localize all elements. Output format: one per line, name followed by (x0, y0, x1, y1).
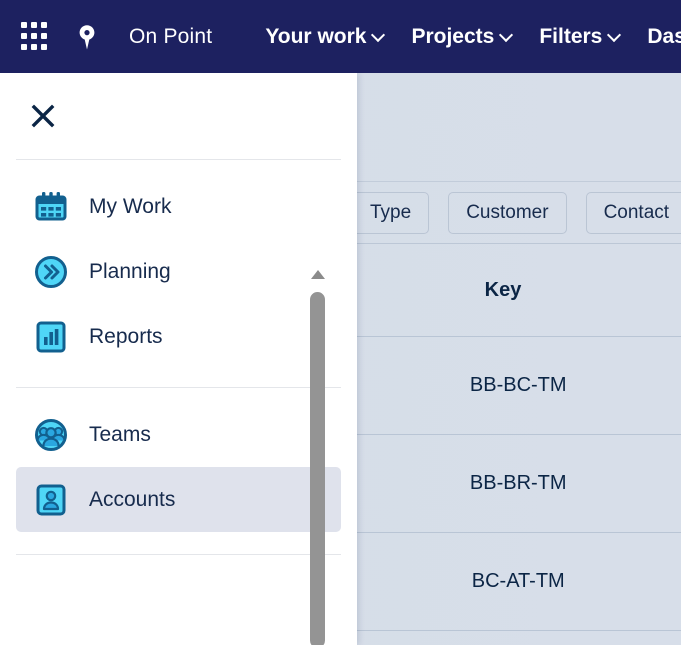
drawer-scroll-area: My Work Planning (0, 160, 357, 645)
top-navigation-bar: On Point Your work Projects Filters Dash (0, 0, 681, 73)
nav-item-projects[interactable]: Projects (411, 25, 513, 49)
double-chevron-circle-icon (32, 253, 70, 291)
nav-item-dashboards[interactable]: Dash (647, 25, 681, 49)
calendar-icon (32, 188, 70, 226)
nav-item-your-work[interactable]: Your work (265, 25, 385, 49)
nav-item-filters[interactable]: Filters (539, 25, 621, 49)
sidebar-item-label: Accounts (89, 488, 175, 512)
sidebar-item-my-work[interactable]: My Work (16, 174, 341, 239)
close-icon[interactable] (28, 101, 58, 131)
drawer-scrollbar[interactable] (309, 270, 327, 645)
person-square-icon (32, 481, 70, 519)
people-group-icon (32, 416, 70, 454)
nav-item-label: Projects (411, 25, 494, 49)
chevron-down-icon (373, 29, 385, 41)
scrollbar-thumb[interactable] (310, 292, 325, 645)
bar-chart-icon (32, 318, 70, 356)
sidebar-item-label: Planning (89, 260, 171, 284)
nav-item-label: Your work (265, 25, 366, 49)
filter-chip-row: Type Customer Contact (352, 192, 681, 234)
sidebar-item-planning[interactable]: Planning (16, 239, 341, 304)
nav-item-label: Filters (539, 25, 602, 49)
grid-apps-icon[interactable] (21, 22, 47, 52)
filter-chip-customer[interactable]: Customer (448, 192, 566, 234)
brand-title[interactable]: On Point (129, 25, 212, 49)
sidebar-item-label: Reports (89, 325, 163, 349)
drawer-group-secondary: Teams Accounts (0, 402, 357, 532)
sidebar-item-teams[interactable]: Teams (16, 402, 341, 467)
sidebar-item-reports[interactable]: Reports (16, 304, 341, 369)
drawer-group-primary: My Work Planning (0, 160, 357, 369)
location-pin-icon[interactable] (75, 22, 99, 52)
drawer-group-divider (16, 387, 341, 388)
filter-chip-contact[interactable]: Contact (586, 192, 681, 234)
sidebar-item-accounts[interactable]: Accounts (16, 467, 341, 532)
table-column-header-key[interactable]: Key (325, 279, 681, 302)
table-cell-key: BC-AT-TM (355, 570, 681, 593)
scroll-up-arrow-icon[interactable] (311, 270, 325, 279)
chevron-down-icon (501, 29, 513, 41)
table-cell-key: BB-BC-TM (355, 374, 681, 397)
sidebar-item-label: Teams (89, 423, 151, 447)
drawer-header (0, 73, 357, 159)
nav-item-label: Dash (647, 25, 681, 49)
sidebar-item-label: My Work (89, 195, 171, 219)
navigation-drawer: My Work Planning (0, 73, 357, 645)
table-cell-key: BB-BR-TM (355, 472, 681, 495)
chevron-down-icon (609, 29, 621, 41)
filter-chip-type[interactable]: Type (352, 192, 429, 234)
drawer-bottom-divider (16, 554, 341, 555)
app-root: Type Customer Contact Key M BB-BC-TM M B… (0, 0, 681, 645)
